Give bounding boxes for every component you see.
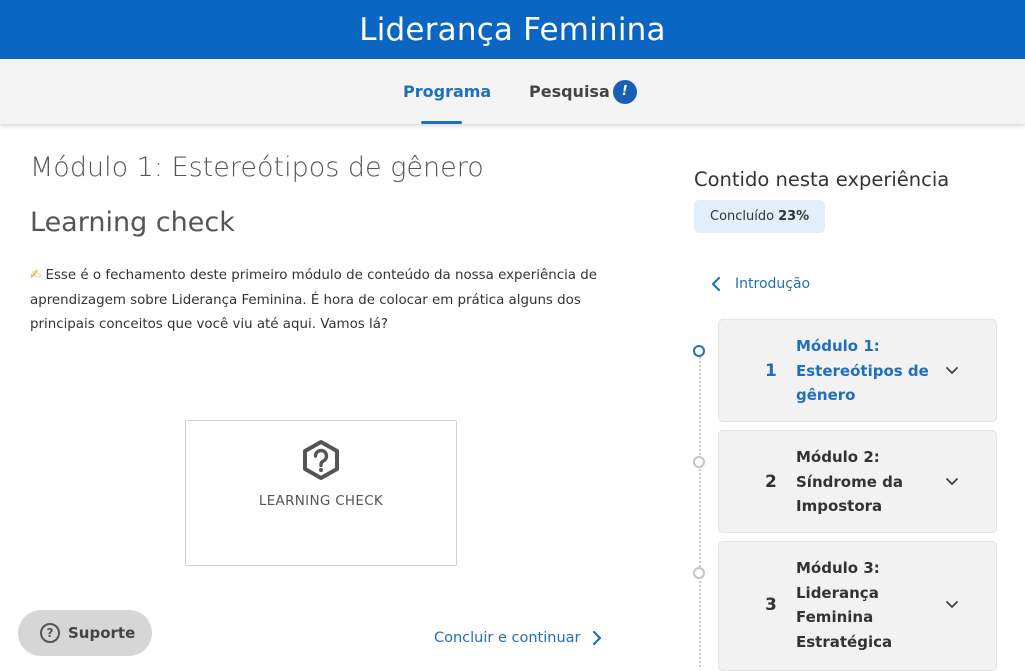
back-link-label: Introdução [735,276,811,292]
module-card-2[interactable]: 2 Módulo 2: Síndrome da Impostora [718,430,997,533]
module-card-3[interactable]: 3 Módulo 3: Liderança Feminina Estratégi… [718,541,997,671]
tab-bar: Programa Pesquisa ! [0,59,1025,124]
intro-paragraph: ✍ Esse é o fechamento deste primeiro mód… [30,264,610,338]
chevron-left-icon [711,276,721,292]
learning-check-card[interactable]: LEARNING CHECK [185,420,457,566]
tab-programa-label: Programa [403,82,492,101]
progress-value: 23% [778,209,810,224]
module-name: Módulo 3: Liderança Feminina Estratégica [796,559,893,651]
module-number: 3 [765,595,777,615]
chevron-down-icon[interactable] [945,366,959,376]
chevron-down-icon[interactable] [945,600,959,610]
question-circle-icon: ? [40,623,60,643]
progress-badge: Concluído 23% [694,200,825,233]
app-title: Liderança Feminina [359,11,666,48]
timeline-dot-current [693,345,705,357]
tab-programa[interactable]: Programa [403,59,491,124]
module-number: 2 [765,472,777,492]
intro-text: Esse é o fechamento deste primeiro módul… [30,268,597,332]
alert-badge-icon: ! [612,79,637,104]
learning-check-label: LEARNING CHECK [258,493,384,509]
module-number: 1 [765,361,777,381]
app-header: Liderança Feminina [0,0,1025,59]
section-title: Learning check [30,207,235,238]
module-title: Módulo 1: Estereótipos de gênero [30,152,484,183]
timeline-line [699,357,701,667]
chevron-down-icon[interactable] [945,477,959,487]
timeline-dot [693,567,705,579]
support-label: Suporte [68,624,136,642]
tab-pesquisa[interactable]: Pesquisa ! [529,59,637,124]
continue-label: Concluir e continuar [434,630,581,646]
sidebar-title: Contido nesta experiência [694,168,950,191]
tab-pesquisa-label: Pesquisa [529,82,610,101]
timeline-dot [693,456,705,468]
active-tab-indicator [421,121,462,124]
back-to-intro-link[interactable]: Introdução [711,276,810,292]
progress-label: Concluído [710,209,775,224]
question-hexagon-icon [303,440,339,480]
writing-hand-icon: ✍ [30,268,42,283]
chevron-right-icon [593,630,602,646]
support-button[interactable]: ? Suporte [18,610,152,656]
module-name: Módulo 1: Estereótipos de gênero [796,337,929,404]
module-name: Módulo 2: Síndrome da Impostora [796,448,903,515]
module-card-1[interactable]: 1 Módulo 1: Estereótipos de gênero [718,319,997,422]
continue-link[interactable]: Concluir e continuar [434,630,602,646]
